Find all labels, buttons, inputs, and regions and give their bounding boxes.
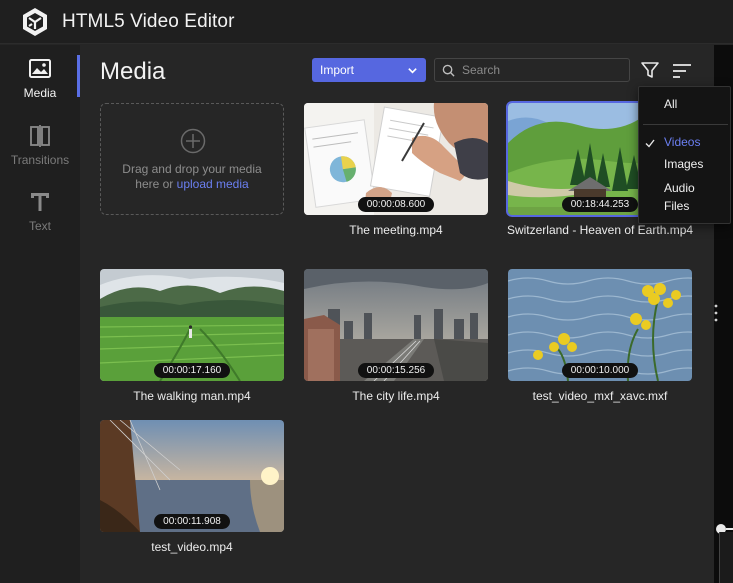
filter-icon[interactable] — [640, 60, 660, 80]
sidebar-item-transitions[interactable]: Transitions — [0, 112, 80, 170]
sidebar-item-media[interactable]: Media — [0, 45, 80, 103]
hexagon-logo-icon — [23, 8, 47, 36]
duration-badge: 00:00:17.160 — [154, 363, 230, 378]
page-title: Media — [100, 58, 166, 85]
more-vertical-icon[interactable] — [714, 304, 718, 322]
search-icon — [442, 64, 455, 77]
media-name: Switzerland - Heaven of Earth.mp4 — [506, 223, 694, 237]
plus-circle-icon — [180, 128, 206, 154]
sidebar-item-label: Media — [23, 86, 57, 100]
media-name: test_video_mxf_xavc.mxf — [532, 389, 668, 403]
media-name: The meeting.mp4 — [349, 223, 443, 237]
duration-badge: 00:18:44.253 — [562, 197, 638, 212]
sidebar: Media Transitions Text — [0, 45, 80, 583]
filter-option-all[interactable]: All — [664, 97, 677, 111]
timeline-edge — [719, 532, 733, 583]
upload-media-link[interactable]: upload media — [177, 177, 249, 191]
divider — [643, 124, 728, 125]
import-button[interactable]: Import — [312, 58, 426, 82]
filter-option-videos[interactable]: Videos — [664, 135, 700, 149]
filter-dropdown: All Videos Images Audio Files — [638, 86, 731, 224]
upload-dropzone[interactable]: Drag and drop your media here or upload … — [100, 103, 284, 215]
transitions-icon — [30, 125, 50, 147]
media-name: The walking man.mp4 — [133, 389, 251, 403]
chevron-down-icon — [408, 68, 417, 74]
sidebar-item-label: Transitions — [10, 153, 70, 167]
sort-icon[interactable] — [672, 61, 692, 81]
check-icon — [645, 139, 655, 148]
duration-badge: 00:00:11.908 — [154, 514, 230, 529]
sidebar-item-text[interactable]: Text — [0, 178, 80, 236]
app-title: HTML5 Video Editor — [62, 11, 235, 32]
app-header: HTML5 Video Editor — [0, 0, 733, 44]
search-input[interactable] — [462, 61, 622, 79]
duration-badge: 00:00:15.256 — [358, 363, 434, 378]
media-name: The city life.mp4 — [352, 389, 440, 403]
sidebar-item-label: Text — [28, 219, 51, 233]
scroll-track — [726, 528, 733, 530]
duration-badge: 00:00:10.000 — [562, 363, 638, 378]
duration-badge: 00:00:08.600 — [358, 197, 434, 212]
image-icon — [29, 59, 51, 78]
media-name: test_video.mp4 — [151, 540, 233, 554]
import-button-label: Import — [320, 63, 355, 77]
text-t-icon — [31, 193, 49, 211]
filter-option-audio-files[interactable]: Audio Files — [664, 179, 708, 215]
filter-option-images[interactable]: Images — [664, 157, 703, 171]
dropzone-text: Drag and drop your media here or upload … — [122, 162, 262, 191]
media-panel: Media Import Drag and drop your media he… — [80, 45, 714, 580]
search-box[interactable] — [434, 58, 630, 82]
